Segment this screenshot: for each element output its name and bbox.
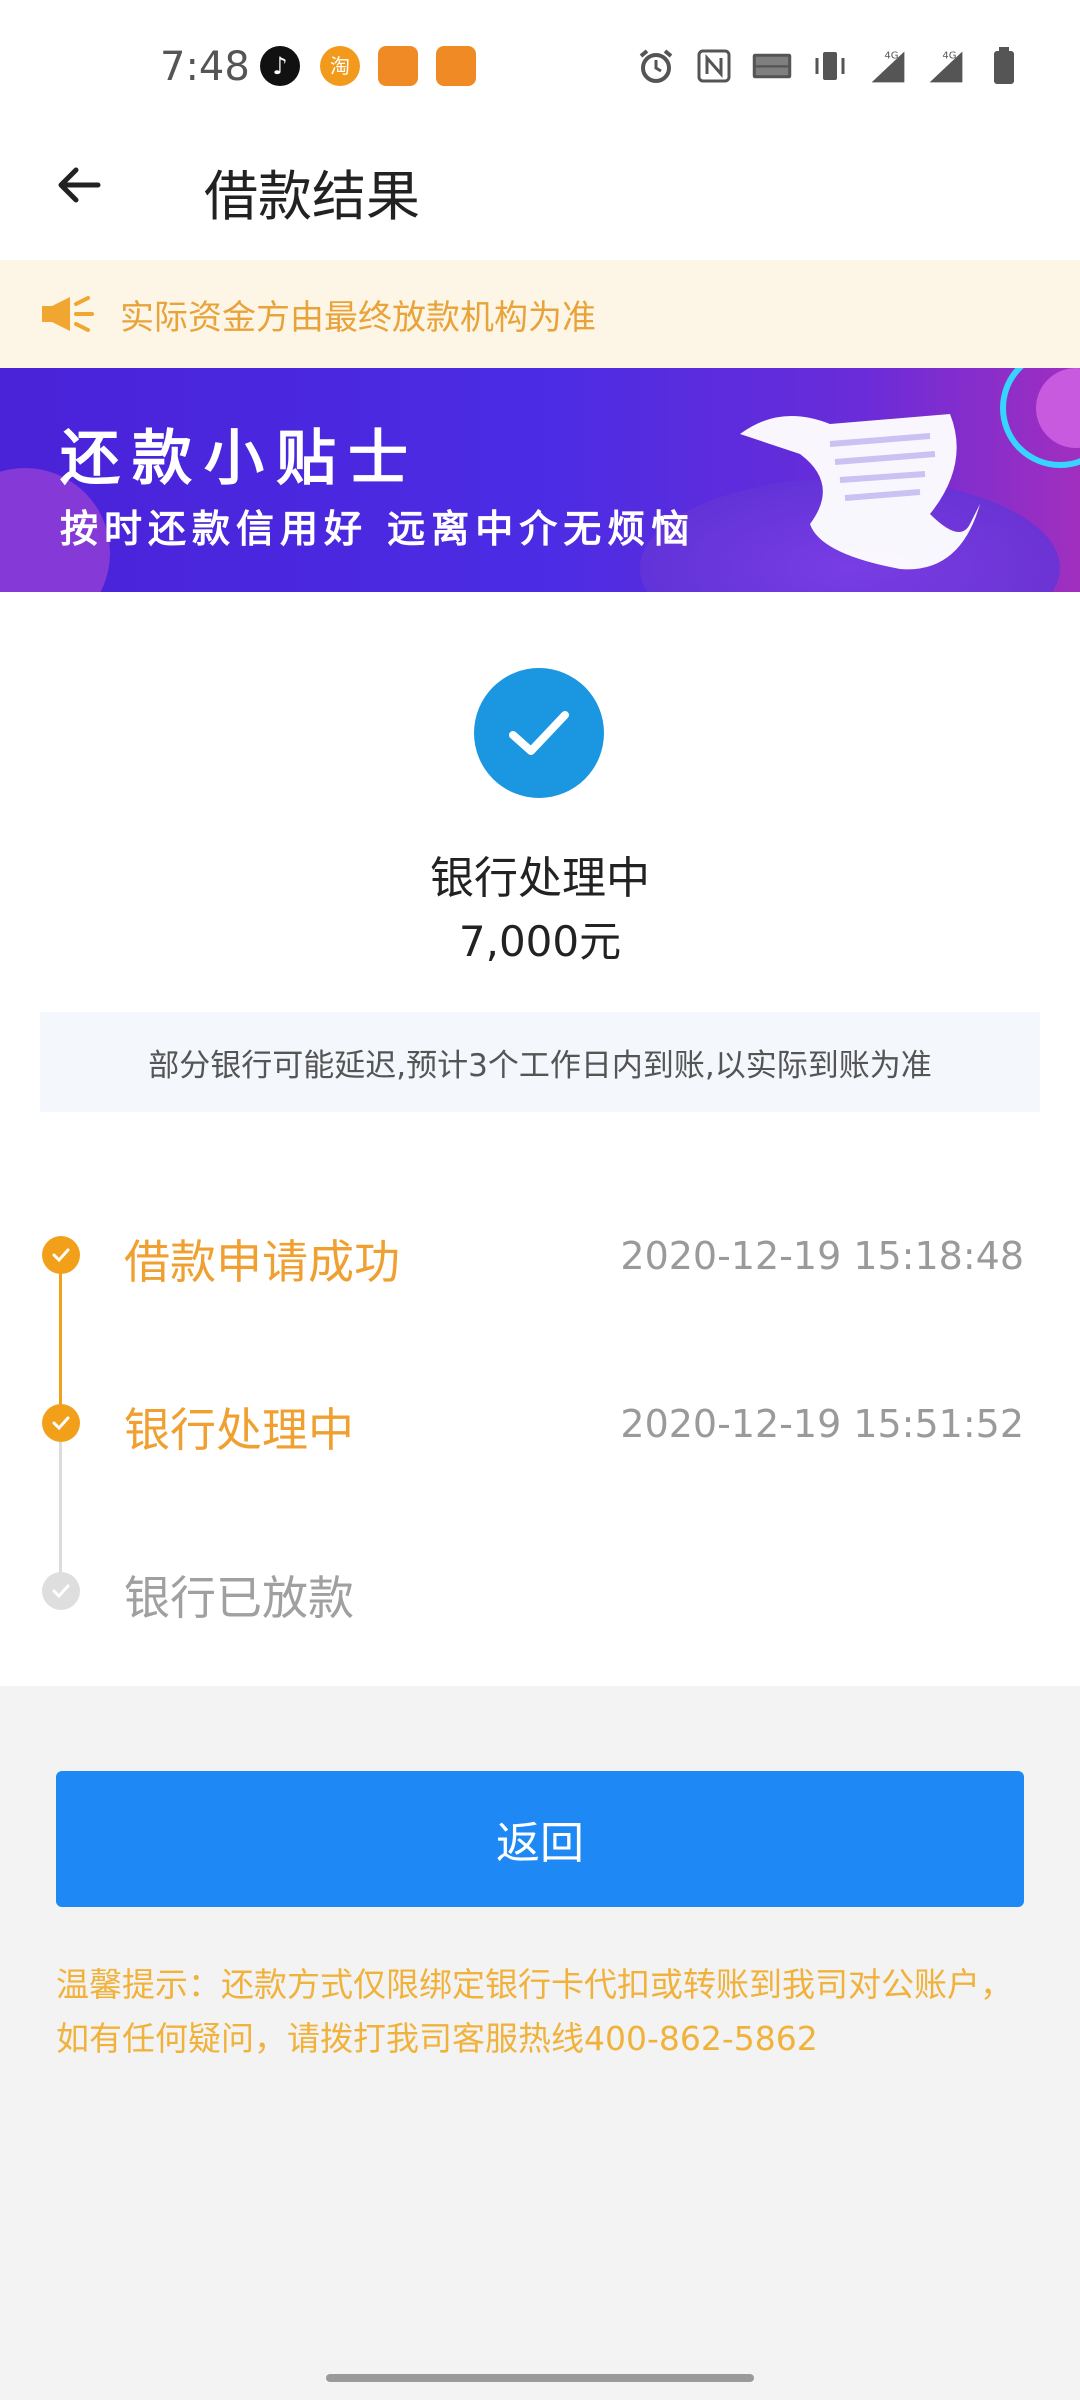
home-indicator[interactable] <box>326 2374 754 2382</box>
notice-text: 实际资金方由最终放款机构为准 <box>120 297 596 338</box>
timeline-step-time: 2020-12-19 15:51:52 <box>620 1402 1024 1446</box>
loan-amount: 7,000元 <box>458 917 622 966</box>
banner-decoration <box>1000 368 1080 468</box>
bird-app-icon <box>436 46 476 86</box>
return-button[interactable]: 返回 <box>56 1771 1024 1907</box>
timeline-step-label: 银行已放款 <box>124 1571 354 1625</box>
megaphone-icon <box>42 296 94 332</box>
status-bar: 7:48 ♪ 淘 4G 4G <box>0 0 1080 132</box>
app-header: 借款结果 <box>0 132 1080 260</box>
page-title: 借款结果 <box>204 165 420 228</box>
timeline-step-time: 2020-12-19 15:18:48 <box>620 1234 1024 1278</box>
volte-icon <box>752 46 792 86</box>
result-section: 银行处理中 7,000元 部分银行可能延迟,预计3个工作日内到账,以实际到账为准… <box>0 592 1080 1686</box>
tiktok-icon: ♪ <box>260 46 300 86</box>
arrow-left-icon <box>58 167 101 203</box>
footer-area: 返回 温馨提示：还款方式仅限绑定银行卡代扣或转账到我司对公账户，如有任何疑问，请… <box>0 1686 1080 2400</box>
battery-icon <box>984 46 1024 86</box>
arrival-info-text: 部分银行可能延迟,预计3个工作日内到账,以实际到账为准 <box>148 1047 932 1084</box>
warm-tip-text: 温馨提示：还款方式仅限绑定银行卡代扣或转账到我司对公账户，如有任何疑问，请拨打我… <box>56 1965 1013 2058</box>
banner-subtitle: 按时还款信用好 远离中介无烦恼 <box>60 507 696 551</box>
success-check-icon <box>474 668 604 798</box>
timeline-check-icon <box>42 1572 80 1610</box>
bird-app-icon <box>378 46 418 86</box>
status-time: 7:48 <box>160 44 250 90</box>
timeline-check-icon <box>42 1236 80 1274</box>
banner-title: 还款小贴士 <box>60 424 420 494</box>
svg-text:4G: 4G <box>942 51 956 62</box>
alarm-icon <box>636 46 676 86</box>
taobao-icon: 淘 <box>320 46 360 86</box>
signal-4g-icon: 4G <box>868 46 908 86</box>
receipt-illustration <box>740 414 980 570</box>
back-button[interactable] <box>44 150 114 220</box>
result-status: 银行处理中 <box>430 853 650 904</box>
signal-4g-icon: 4G <box>926 46 966 86</box>
timeline-connector <box>59 1258 62 1428</box>
notice-bar: 实际资金方由最终放款机构为准 <box>0 260 1080 368</box>
status-icons: 4G 4G <box>636 44 1024 88</box>
timeline-step-label: 银行处理中 <box>124 1403 354 1457</box>
vibrate-icon <box>810 46 850 86</box>
progress-timeline: 借款申请成功 2020-12-19 15:18:48 银行处理中 2020-12… <box>0 1208 1080 1658</box>
arrival-info-box: 部分银行可能延迟,预计3个工作日内到账,以实际到账为准 <box>40 1012 1040 1112</box>
promo-banner[interactable]: 还款小贴士 按时还款信用好 远离中介无烦恼 <box>0 368 1080 592</box>
nfc-icon <box>694 46 734 86</box>
timeline-step-label: 借款申请成功 <box>124 1235 400 1289</box>
svg-text:4G: 4G <box>884 51 898 62</box>
timeline-check-icon <box>42 1404 80 1442</box>
